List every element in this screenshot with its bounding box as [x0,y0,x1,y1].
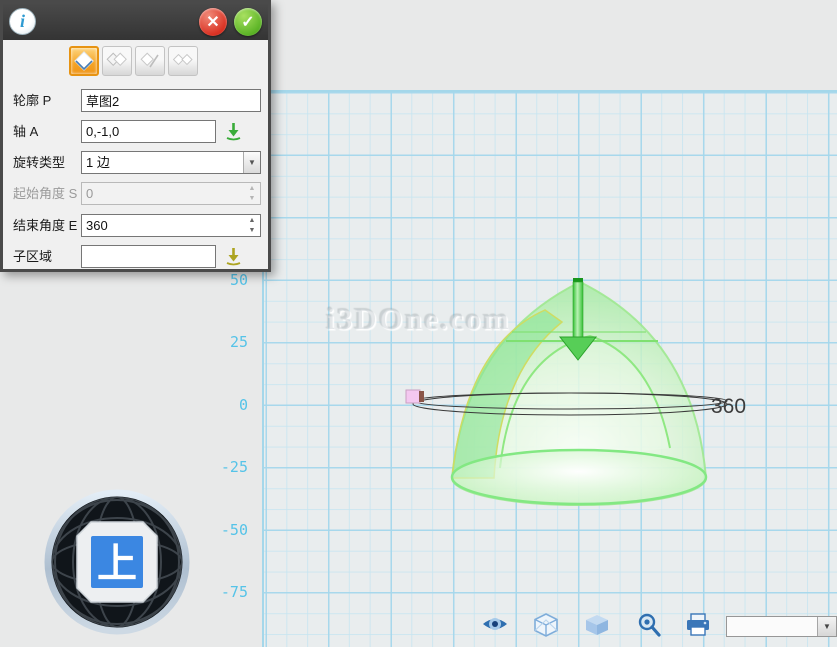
boolean-mode-toolbar [69,46,198,76]
subregion-label: 子区域 [13,245,52,268]
chevron-down-icon[interactable]: ▼ [817,617,836,636]
revolve-type-row: 旋转类型 1 边 ▼ [3,151,268,174]
angle-drag-handle-tip [419,391,424,402]
info-icon[interactable]: i [9,8,36,35]
revolve-type-value: 1 边 [82,152,243,173]
axis-tick-n25: -25 [204,458,248,476]
profile-row: 轮廓 P [3,89,268,112]
mode-add-button[interactable] [102,46,132,76]
intersect-diamonds-icon [171,51,195,71]
profile-label: 轮廓 P [13,89,51,112]
axis-arrow-shaft[interactable] [573,282,583,337]
axis-tick-0: 0 [204,396,248,414]
axis-pick-arrow-icon[interactable] [223,121,244,142]
end-angle-row: 结束角度 E ▲ ▼ [3,214,268,237]
base-diamond-icon [73,50,95,72]
mode-intersect-button[interactable] [168,46,198,76]
start-angle-label: 起始角度 S [13,182,77,205]
chevron-down-icon[interactable]: ▼ [243,152,260,173]
profile-input[interactable] [81,89,261,112]
end-angle-spin-buttons[interactable]: ▲ ▼ [245,216,259,235]
visibility-eye-icon[interactable] [481,612,509,638]
add-diamonds-icon [105,51,129,71]
axis-input[interactable] [81,120,216,143]
subtract-diamonds-icon [138,51,162,71]
bottom-toolbar-dropdown[interactable]: ▼ [726,616,837,637]
spin-down-icon[interactable]: ▼ [249,226,256,235]
zoom-magnifier-icon[interactable] [635,612,663,638]
dialog-titlebar[interactable]: i ✕ ✓ [3,3,268,40]
end-angle-input[interactable] [81,214,261,237]
mode-subtract-button[interactable] [135,46,165,76]
start-angle-spinner: ▲ ▼ [81,182,261,205]
cancel-button[interactable]: ✕ [199,8,227,36]
confirm-button[interactable]: ✓ [234,8,262,36]
bottom-dropdown-value [727,617,817,636]
subregion-input[interactable] [81,245,216,268]
spin-up-icon: ▲ [249,184,256,193]
axis-tick-n50: -50 [204,521,248,539]
start-angle-row: 起始角度 S ▲ ▼ [3,182,268,205]
solid-cube-icon[interactable] [583,612,611,638]
axis-row: 轴 A [3,120,268,143]
mode-base-button[interactable] [69,46,99,76]
spin-down-icon: ▼ [249,194,256,203]
axis-tick-25: 25 [204,333,248,351]
end-angle-spinner: ▲ ▼ [81,214,261,237]
spin-up-icon[interactable]: ▲ [249,216,256,225]
revolve-preview-scene[interactable]: 360 [390,255,785,515]
revolve-type-label: 旋转类型 [13,151,65,174]
viewcube-face-label: 上 [97,542,137,586]
start-angle-spin-buttons: ▲ ▼ [245,184,259,203]
wireframe-cube-icon[interactable] [532,612,560,638]
revolve-type-select[interactable]: 1 边 ▼ [81,151,261,174]
print-icon[interactable] [684,612,712,638]
start-angle-input [81,182,261,205]
axis-tick-n75: -75 [204,583,248,601]
subregion-row: 子区域 [3,245,268,268]
angle-drag-handle[interactable] [406,390,420,403]
axis-label: 轴 A [13,120,38,143]
revolve-dialog: i ✕ ✓ [0,0,271,272]
view-navigation-cube[interactable]: 上 [44,489,190,635]
axis-tick-50: 50 [204,271,248,289]
dome-bottom-rim [452,450,706,504]
subregion-pick-arrow-icon[interactable] [223,246,244,267]
rotation-angle-value: 360 [711,395,746,418]
end-angle-label: 结束角度 E [13,214,77,237]
